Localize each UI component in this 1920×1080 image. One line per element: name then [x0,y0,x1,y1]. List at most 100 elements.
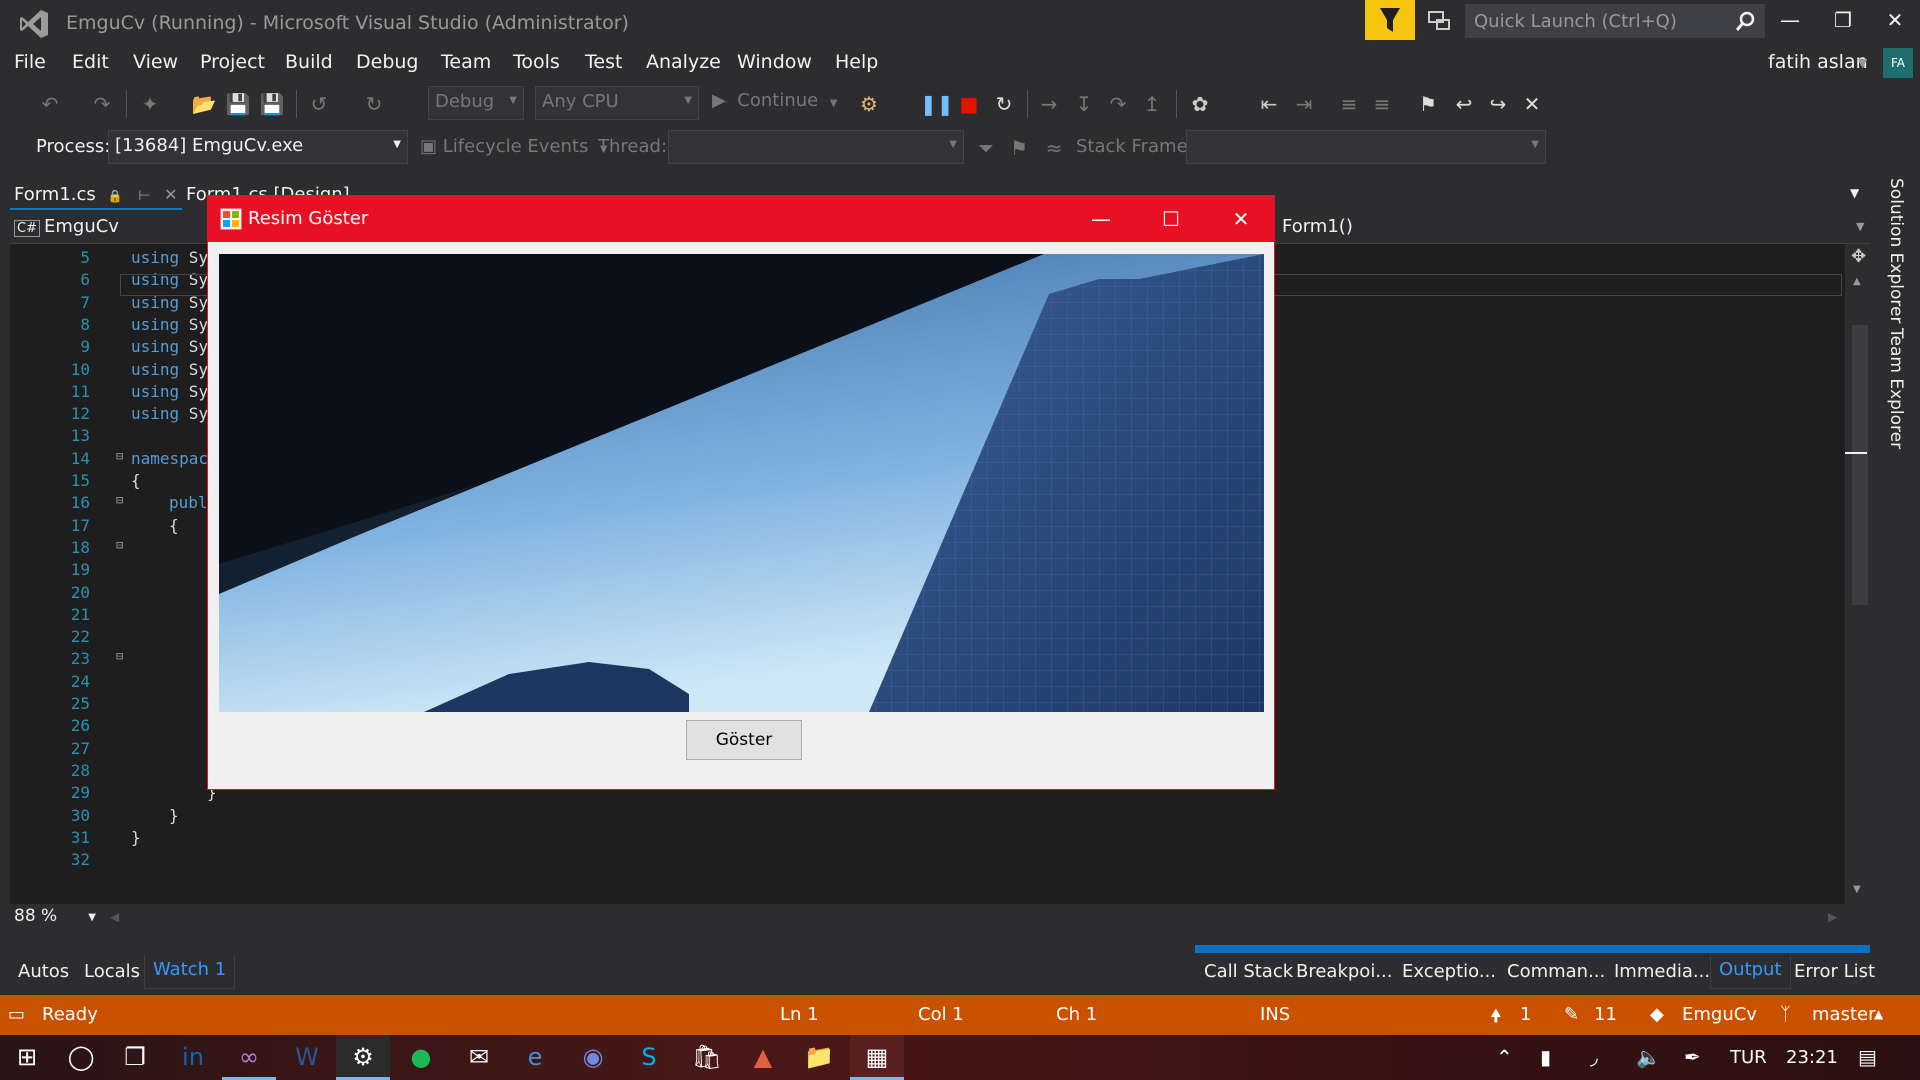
undo-icon[interactable]: ↺ [305,90,333,118]
pause-icon[interactable]: ❚❚ [920,90,954,118]
avatar[interactable]: FA [1883,48,1913,78]
collapse-icon[interactable]: ⊟ [116,449,123,463]
platform-select[interactable]: Any CPU ▼ [535,86,699,120]
steam-icon[interactable]: ⚙ [336,1035,390,1080]
repository-name[interactable]: EmguCv [1682,1004,1757,1025]
menu-analyze[interactable]: Analyze [646,51,721,73]
show-next-statement-icon[interactable]: → [1035,90,1063,118]
clock-time[interactable]: 23:21 [1786,1047,1838,1068]
feedback-icon[interactable] [1425,6,1455,36]
app-icon[interactable]: ▲ [736,1035,790,1080]
tray-chevron-up-icon[interactable]: ⌃ [1496,1045,1513,1069]
stop-icon[interactable]: ■ [955,90,983,118]
git-repo-icon[interactable]: ◆ [1650,1004,1664,1025]
outdent-icon[interactable]: ≡ [1368,90,1396,118]
open-folder-icon[interactable]: 📂 [190,90,218,118]
form-title-bar[interactable]: Resim Göster — ☐ ✕ [208,196,1274,242]
filter-threads-icon[interactable]: ⏷ [972,134,1000,162]
input-language[interactable]: TUR [1730,1047,1767,1068]
word-icon[interactable]: W [280,1035,334,1080]
chevron-down-icon[interactable]: ▼ [1856,220,1864,233]
zoom-select[interactable]: 88 % ▼ [10,906,100,932]
tab-call-stack[interactable]: Call Stack [1204,961,1293,982]
windows-start-icon[interactable]: ⊞ [0,1035,54,1080]
arrow-up-icon[interactable]: 🠝 [1490,1004,1502,1034]
task-view-icon[interactable]: ❐ [108,1035,162,1080]
tab-exceptions[interactable]: Exceptio... [1402,961,1496,982]
close-button[interactable]: ✕ [1870,0,1920,40]
step-over-icon[interactable]: ↷ [1104,90,1132,118]
new-project-icon[interactable]: ✦ [136,90,164,118]
search-icon[interactable]: ◯ [54,1035,108,1080]
scrollbar-thumb[interactable] [1852,325,1868,605]
file-explorer-icon[interactable]: 📁 [792,1035,846,1080]
show-button[interactable]: Göster [686,720,802,760]
back-icon[interactable]: ↶ [36,90,64,118]
pin-icon[interactable]: ⊢ [138,188,150,204]
bookmark-icon[interactable]: ⚑ [1414,90,1442,118]
collapse-icon[interactable]: ⊟ [116,538,123,552]
restore-button[interactable]: ❐ [1818,0,1868,40]
menu-tools[interactable]: Tools [513,51,560,73]
menu-edit[interactable]: Edit [72,51,109,73]
scroll-up-icon[interactable]: ▲ [1853,276,1861,287]
pending-changes-count[interactable]: 11 [1594,1004,1617,1025]
store-icon[interactable]: 🛍 [680,1035,734,1080]
form-maximize-button[interactable]: ☐ [1136,196,1206,242]
battery-icon[interactable]: ▮ [1540,1045,1551,1069]
edge-icon[interactable]: e [508,1035,562,1080]
tab-form1-cs[interactable]: Form1.cs 🔒 ⊢ ✕ [10,180,182,210]
tab-command[interactable]: Comman... [1507,961,1605,982]
minimize-button[interactable]: — [1765,0,1815,40]
close-icon[interactable]: ✕ [164,185,177,204]
wifi-icon[interactable]: ◞ [1590,1045,1598,1069]
forward-icon[interactable]: ↷ [88,90,116,118]
discord-icon[interactable]: ◉ [566,1035,620,1080]
format-icon[interactable]: ⇤ [1255,90,1283,118]
tab-output[interactable]: Output [1710,955,1791,989]
tab-breakpoints[interactable]: Breakpoi... [1296,961,1393,982]
tab-overflow-icon[interactable]: ▼ [1850,186,1859,200]
menu-view[interactable]: View [133,51,178,73]
scroll-left-icon[interactable]: ◀ [110,910,119,924]
processes-icon[interactable]: ⚙ [855,90,883,118]
chevron-up-icon[interactable]: ▲ [1874,1007,1883,1021]
winforms-app-icon[interactable]: ▦ [850,1035,904,1080]
tab-error-list[interactable]: Error List [1794,961,1875,982]
menu-test[interactable]: Test [585,51,622,73]
form-minimize-button[interactable]: — [1066,196,1136,242]
diagnostics-icon[interactable]: ✿ [1186,90,1214,118]
user-name[interactable]: fatih aslan [1768,51,1868,73]
quick-launch-input[interactable]: Quick Launch (Ctrl+Q) [1465,4,1765,38]
continue-button[interactable]: ▶ Continue ▼ [712,90,837,111]
menu-help[interactable]: Help [835,51,878,73]
chevron-down-icon[interactable]: ▼ [1858,56,1867,70]
branch-name[interactable]: master [1812,1004,1875,1025]
save-icon[interactable]: 💾 [224,90,252,118]
tab-immediate[interactable]: Immedia... [1614,961,1710,982]
panel-splitter[interactable] [1195,945,1870,953]
menu-team[interactable]: Team [441,51,491,73]
skype-icon[interactable]: S [622,1035,676,1080]
menu-window[interactable]: Window [737,51,812,73]
split-icon[interactable]: ✥ [1851,246,1866,267]
search-icon[interactable] [1734,11,1756,33]
git-branch-icon[interactable]: ᛉ [1780,1004,1791,1025]
member-dropdown[interactable]: Form1() [1282,216,1353,237]
tab-autos[interactable]: Autos [18,961,69,982]
pen-icon[interactable]: ✒ [1684,1045,1701,1069]
tab-watch-1[interactable]: Watch 1 [144,955,236,989]
menu-build[interactable]: Build [285,51,333,73]
prev-bookmark-icon[interactable]: ↩ [1450,90,1478,118]
tab-locals[interactable]: Locals [84,961,140,982]
collapse-icon[interactable]: ⊟ [116,493,123,507]
collapse-icon[interactable]: ⊟ [116,649,123,663]
flag-threads-icon[interactable]: ⚑ [1005,134,1033,162]
restart-icon[interactable]: ↻ [990,90,1018,118]
thread-select[interactable]: ▼ [668,130,964,164]
process-select[interactable]: [13684] EmguCv.exe ▼ [108,130,408,164]
clear-bookmarks-icon[interactable]: ✕ [1518,90,1546,118]
menu-debug[interactable]: Debug [356,51,418,73]
next-bookmark-icon[interactable]: ↪ [1484,90,1512,118]
step-out-icon[interactable]: ↥ [1138,90,1166,118]
